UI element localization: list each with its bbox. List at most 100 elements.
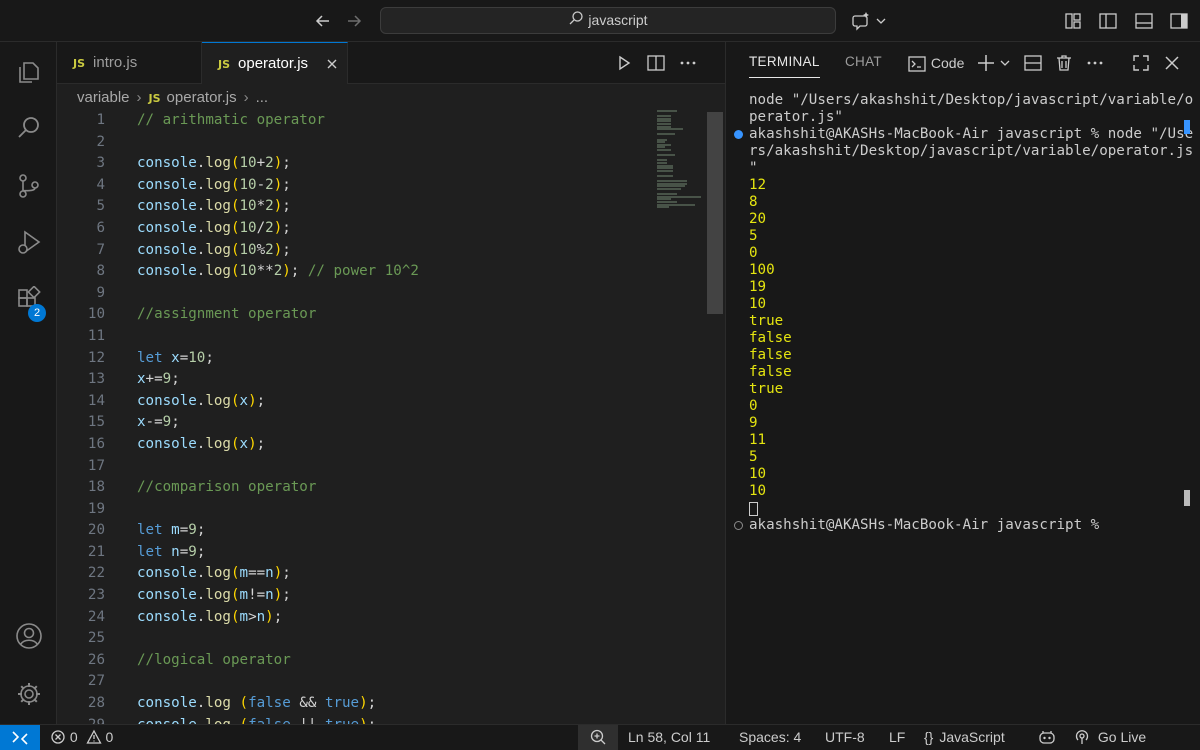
- code-line[interactable]: 15 x-=9;: [57, 412, 637, 434]
- customize-layout-icon[interactable]: [1062, 10, 1084, 32]
- code-editor[interactable]: 1// arithmatic operator 2 3 console.log(10+…: [57, 110, 637, 724]
- code-line[interactable]: 1 // arithmatic operator: [57, 110, 637, 132]
- command-center-search[interactable]: javascript: [380, 7, 836, 34]
- end-of-line[interactable]: LF: [889, 725, 905, 750]
- trash-icon[interactable]: [1053, 52, 1075, 79]
- terminal-text: perator.js": [749, 109, 843, 125]
- cursor-position[interactable]: Ln 58, Col 11: [628, 725, 710, 750]
- line-number: 29: [57, 715, 105, 724]
- code-line[interactable]: 2: [57, 132, 637, 154]
- tab-operator-js[interactable]: JS operator.js: [202, 42, 348, 84]
- code-line[interactable]: 18 //comparison operator: [57, 477, 637, 499]
- terminal-output-line: 9: [749, 415, 1189, 432]
- zoom-in-icon: [590, 729, 606, 745]
- code-line[interactable]: 25: [57, 628, 637, 650]
- line-text: //comparison operator: [137, 477, 316, 499]
- toggle-secondary-sidebar-icon[interactable]: [1168, 10, 1190, 32]
- arrow-left-icon[interactable]: [312, 10, 334, 32]
- breadcrumb-file[interactable]: operator.js: [167, 89, 237, 106]
- breadcrumb-folder[interactable]: variable: [77, 89, 130, 106]
- go-live-button[interactable]: Go Live: [1074, 725, 1146, 750]
- command-decoration-icon[interactable]: [734, 521, 743, 530]
- code-line[interactable]: 24 console.log(m>n);: [57, 607, 637, 629]
- code-line[interactable]: 20 let m=9;: [57, 520, 637, 542]
- code-line[interactable]: 16 console.log(x);: [57, 434, 637, 456]
- code-line[interactable]: 4 console.log(10-2);: [57, 175, 637, 197]
- copilot-button[interactable]: [852, 10, 888, 32]
- code-line[interactable]: 12 let x=10;: [57, 348, 637, 370]
- editor-scrollbar[interactable]: [707, 112, 723, 314]
- zoom-indicator[interactable]: [578, 725, 618, 750]
- code-line[interactable]: 22 console.log(m==n);: [57, 563, 637, 585]
- code-token: log: [205, 608, 231, 625]
- more-actions-icon[interactable]: [677, 52, 699, 74]
- code-line[interactable]: 26 //logical operator: [57, 650, 637, 672]
- close-icon[interactable]: [325, 43, 339, 85]
- code-line[interactable]: 21 let n=9;: [57, 542, 637, 564]
- code-line[interactable]: 23 console.log(m!=n);: [57, 585, 637, 607]
- code-token: m: [171, 522, 180, 539]
- code-line[interactable]: 6 console.log(10/2);: [57, 218, 637, 240]
- code-line[interactable]: 19: [57, 499, 637, 521]
- code-line[interactable]: 13 x+=9;: [57, 369, 637, 391]
- extensions-button[interactable]: 2: [0, 276, 57, 324]
- code-line[interactable]: 27: [57, 671, 637, 693]
- terminal-text: 10: [749, 296, 767, 312]
- code-line[interactable]: 5 console.log(10*2);: [57, 196, 637, 218]
- code-token: 9: [162, 414, 172, 431]
- split-terminal-icon[interactable]: [1022, 52, 1044, 79]
- run-and-debug-button[interactable]: [0, 218, 57, 266]
- copilot-status[interactable]: [1038, 725, 1056, 750]
- code-token: (: [230, 435, 240, 452]
- indentation[interactable]: Spaces: 4: [739, 725, 801, 750]
- language-mode[interactable]: {} JavaScript: [924, 725, 1005, 750]
- minimap[interactable]: [649, 110, 707, 220]
- code-token: console: [137, 241, 197, 258]
- accounts-button[interactable]: [0, 612, 57, 660]
- close-icon[interactable]: [1161, 52, 1183, 79]
- new-terminal-icon[interactable]: [977, 52, 1013, 79]
- editor-area: JS intro.js JS operator.js variable › JS oper…: [57, 42, 725, 724]
- split-editor-icon[interactable]: [645, 52, 667, 74]
- problems-indicator[interactable]: 0 0: [50, 725, 113, 750]
- code-line[interactable]: 3 console.log(10+2);: [57, 153, 637, 175]
- source-control-button[interactable]: [0, 162, 57, 210]
- run-icon[interactable]: [613, 52, 635, 74]
- code-line[interactable]: 14 console.log(x);: [57, 391, 637, 413]
- terminal-shell-selector[interactable]: Code: [907, 52, 964, 74]
- code-token: 9: [162, 371, 172, 388]
- command-decoration-icon[interactable]: [734, 130, 743, 139]
- code-token: log: [205, 717, 239, 724]
- terminal-scrollbar[interactable]: [1184, 490, 1190, 506]
- tab-chat[interactable]: CHAT: [845, 42, 882, 84]
- code-line[interactable]: 8 console.log(10**2); // power 10^2: [57, 261, 637, 283]
- terminal-output[interactable]: node "/Users/akashshit/Desktop/javascrip…: [734, 92, 1193, 722]
- remote-indicator[interactable]: [0, 725, 40, 750]
- maximize-panel-icon[interactable]: [1130, 52, 1152, 79]
- line-number: 27: [87, 673, 105, 690]
- code-token: (: [230, 198, 240, 215]
- manage-button[interactable]: [0, 670, 57, 718]
- toggle-panel-icon[interactable]: [1133, 10, 1155, 32]
- title-bar: javascript: [0, 0, 1200, 42]
- code-token: ;: [367, 695, 377, 712]
- code-line[interactable]: 11: [57, 326, 637, 348]
- more-actions-icon[interactable]: [1084, 52, 1106, 79]
- tab-intro-js[interactable]: JS intro.js: [57, 42, 202, 84]
- explorer-button[interactable]: [0, 48, 57, 96]
- code-line[interactable]: 17: [57, 456, 637, 478]
- toggle-primary-sidebar-icon[interactable]: [1097, 10, 1119, 32]
- tab-terminal[interactable]: TERMINAL: [749, 42, 820, 84]
- code-line[interactable]: 29 console.log (false || true);: [57, 715, 637, 724]
- encoding[interactable]: UTF-8: [825, 725, 865, 750]
- code-line[interactable]: 28 console.log (false && true);: [57, 693, 637, 715]
- arrow-right-icon[interactable]: [343, 10, 365, 32]
- code-line[interactable]: 10 //assignment operator: [57, 304, 637, 326]
- code-token: // power 10^2: [307, 263, 419, 280]
- breadcrumb-symbols[interactable]: ...: [256, 89, 269, 106]
- terminal-text: rs/akashshit/Desktop/javascript/variable…: [749, 143, 1194, 159]
- line-number: 17: [87, 457, 105, 474]
- code-line[interactable]: 7 console.log(10%2);: [57, 240, 637, 262]
- search-button[interactable]: [0, 104, 57, 152]
- code-line[interactable]: 9: [57, 283, 637, 305]
